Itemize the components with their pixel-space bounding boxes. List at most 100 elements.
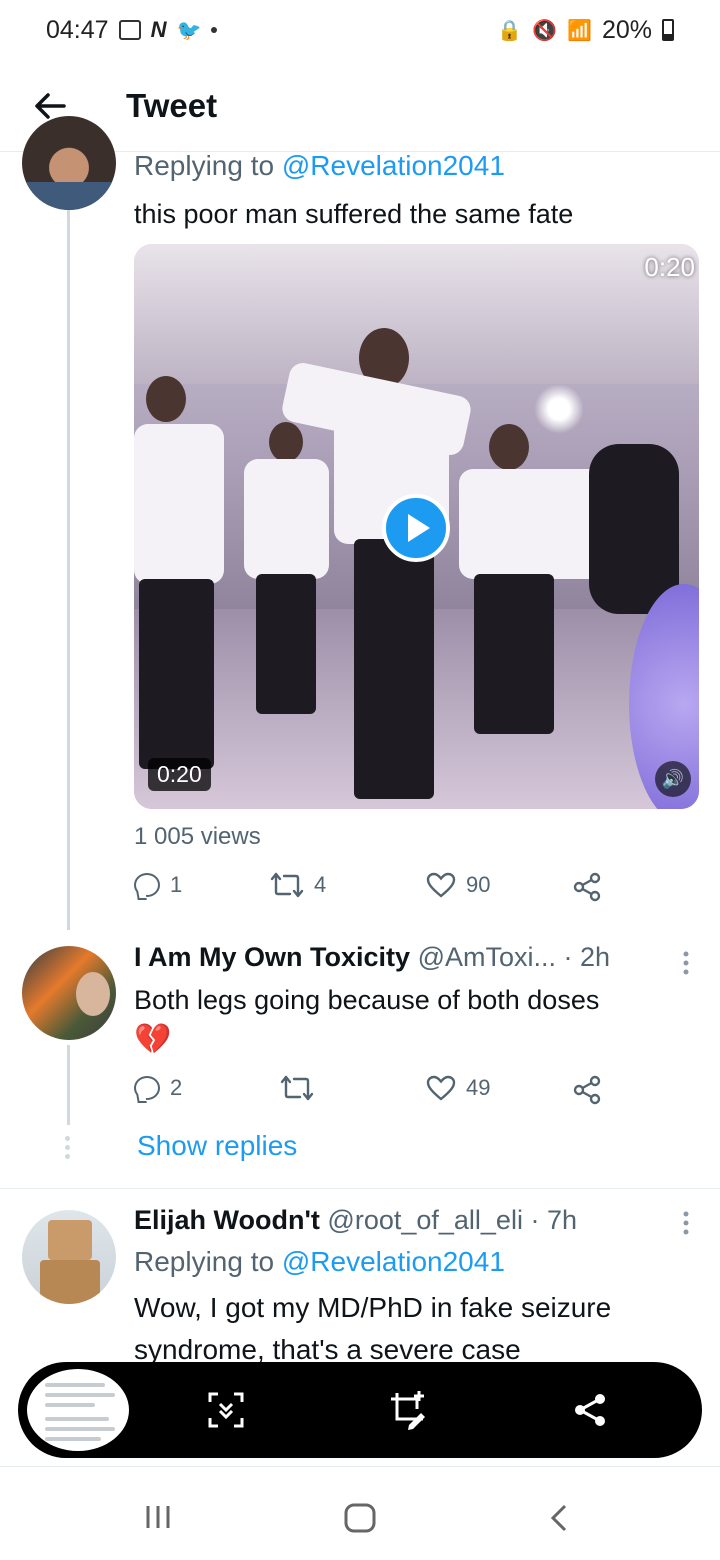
video-person-head [269, 422, 303, 462]
author-handle[interactable]: @AmToxi... [418, 942, 556, 972]
back-nav-button[interactable] [548, 1503, 570, 1538]
thumb-line [45, 1417, 109, 1421]
thumb-line [45, 1393, 115, 1397]
thread-ellipsis [65, 1136, 71, 1163]
reply-button[interactable]: 2 [134, 1075, 182, 1101]
avatar-shirt [22, 181, 116, 210]
home-icon [344, 1503, 376, 1533]
reply-count: 1 [170, 872, 183, 897]
video-chandelier [534, 384, 584, 434]
retweet-button[interactable]: 4 [270, 872, 326, 898]
recent-apps-icon [146, 1506, 170, 1528]
tweet2-text: Both legs going because of both doses [134, 985, 600, 1015]
home-button[interactable] [343, 1503, 377, 1538]
avatar-tweet1[interactable] [22, 116, 116, 210]
reply-icon [134, 1076, 160, 1100]
share-button[interactable] [572, 1075, 602, 1105]
like-button[interactable]: 49 [426, 1075, 490, 1101]
video-person-pants [474, 574, 554, 734]
netflix-notification-icon: N [150, 17, 167, 42]
more-vertical-icon [683, 951, 689, 975]
status-right: 🔒 🔇 📶 20% [497, 16, 674, 45]
battery-icon [662, 19, 674, 41]
page-title: Tweet [126, 86, 218, 124]
video-person-pants [256, 574, 316, 714]
tweet-time: · 2h [563, 942, 611, 972]
volume-icon: 🔊 [661, 768, 685, 789]
system-nav-bar [0, 1466, 720, 1560]
avatar-robot-body [40, 1260, 100, 1304]
video-person-head [146, 376, 186, 422]
edit-screenshot-button[interactable] [384, 1386, 432, 1434]
status-left: 04:47 N 🐦 [46, 15, 218, 45]
like-button[interactable]: 90 [426, 872, 490, 898]
crop-edit-icon [391, 1391, 425, 1430]
scroll-capture-icon [208, 1392, 244, 1428]
heart-icon [426, 1075, 456, 1101]
screenshot-thumbnail[interactable] [24, 1366, 132, 1454]
mention-link[interactable]: @Revelation2041 [282, 150, 505, 181]
video-ceiling [134, 244, 699, 384]
share-button[interactable] [572, 872, 602, 902]
reply-icon [134, 873, 160, 897]
retweet-icon [280, 1075, 314, 1101]
retweet-count: 4 [314, 872, 327, 897]
scroll-capture-button[interactable] [202, 1386, 250, 1434]
wifi-icon: 📶 [567, 19, 592, 42]
reply-button[interactable]: 1 [134, 872, 182, 898]
video-person-shirt [134, 424, 224, 584]
battery-percent: 20% [601, 15, 652, 44]
more-options-button[interactable] [682, 950, 690, 976]
video-player[interactable]: 0:20 0:20 🔊 [134, 244, 699, 809]
lock-icon: 🔒 [497, 19, 523, 42]
author-name[interactable]: Elijah Woodn't [134, 1205, 320, 1235]
play-button[interactable] [382, 494, 450, 562]
tweet3-text-line1: Wow, I got my MD/PhD in fake seizure [134, 1292, 612, 1323]
avatar-face [76, 972, 110, 1016]
divider [0, 1188, 720, 1189]
author-name[interactable]: I Am My Own Toxicity [134, 942, 410, 972]
heart-icon [426, 872, 456, 898]
tweet-time: · 7h [530, 1205, 577, 1235]
thread-line-2 [67, 1045, 70, 1125]
video-person-pants [354, 539, 434, 799]
retweet-icon [270, 872, 304, 898]
author-handle[interactable]: @root_of_all_eli [327, 1205, 523, 1235]
status-bar: 04:47 N 🐦 🔒 🔇 📶 20% [0, 0, 720, 60]
show-replies-link[interactable]: Show replies [137, 1130, 297, 1162]
replying-label: Replying to [134, 150, 275, 181]
thumb-line [45, 1427, 115, 1431]
replying-to-tweet3: Replying to @Revelation2041 [134, 1246, 505, 1278]
video-person-pants [139, 579, 214, 769]
video-person-shirt [244, 459, 329, 579]
thumb-line [45, 1383, 105, 1387]
video-bystander [589, 444, 679, 614]
mute-icon: 🔇 [532, 19, 558, 42]
mention-link[interactable]: @Revelation2041 [282, 1246, 505, 1277]
gallery-notification-icon [118, 20, 141, 40]
volume-button[interactable]: 🔊 [655, 761, 691, 797]
share-screenshot-button[interactable] [566, 1386, 614, 1434]
avatar-robot-head [48, 1220, 92, 1260]
recent-apps-button[interactable] [143, 1503, 173, 1536]
tweet1-actions: 1 4 90 [134, 872, 614, 912]
share-icon [573, 872, 601, 902]
replying-label: Replying to [134, 1246, 275, 1277]
thread-line [67, 210, 70, 930]
video-person-head [489, 424, 529, 470]
share-icon [573, 1075, 601, 1105]
replying-to-tweet1: Replying to @Revelation2041 [134, 150, 505, 182]
video-person-shirt [459, 469, 609, 579]
tweet1-text: this poor man suffered the same fate [134, 199, 574, 229]
retweet-button[interactable] [280, 1075, 324, 1101]
avatar-tweet2[interactable] [22, 946, 116, 1040]
broken-heart-emoji: 💔 [134, 1023, 172, 1056]
reply-count: 2 [170, 1075, 183, 1100]
thumb-line [45, 1437, 101, 1441]
twitter-notification-icon: 🐦 [176, 19, 202, 42]
thumb-line [45, 1403, 95, 1407]
more-options-button[interactable] [682, 1210, 690, 1236]
chevron-left-icon [550, 1504, 567, 1532]
avatar-tweet3[interactable] [22, 1210, 116, 1304]
status-time: 04:47 [46, 15, 109, 44]
